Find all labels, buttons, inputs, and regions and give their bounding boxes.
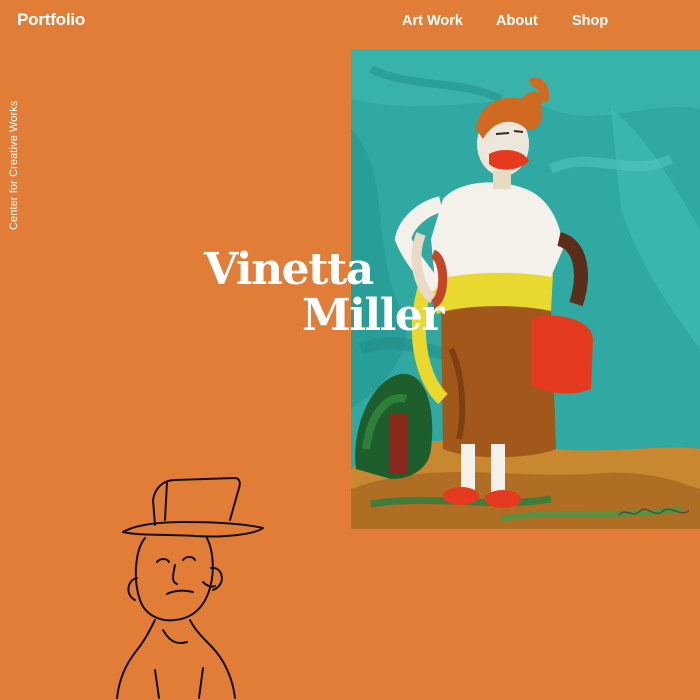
nav-link-art-work[interactable]: Art Work <box>402 13 463 29</box>
sketch-drawing-icon <box>116 477 264 699</box>
artist-last-name: Miller <box>302 290 445 341</box>
artist-first-name: Vinetta <box>204 244 374 295</box>
nav-link-shop[interactable]: Shop <box>572 13 608 29</box>
nav-link-about[interactable]: About <box>496 13 538 29</box>
painting-artwork-icon <box>351 49 700 529</box>
side-label: Center for Creative Works <box>8 100 20 230</box>
featured-painting[interactable] <box>351 49 700 529</box>
main-nav: Art Work About Shop <box>0 13 700 33</box>
